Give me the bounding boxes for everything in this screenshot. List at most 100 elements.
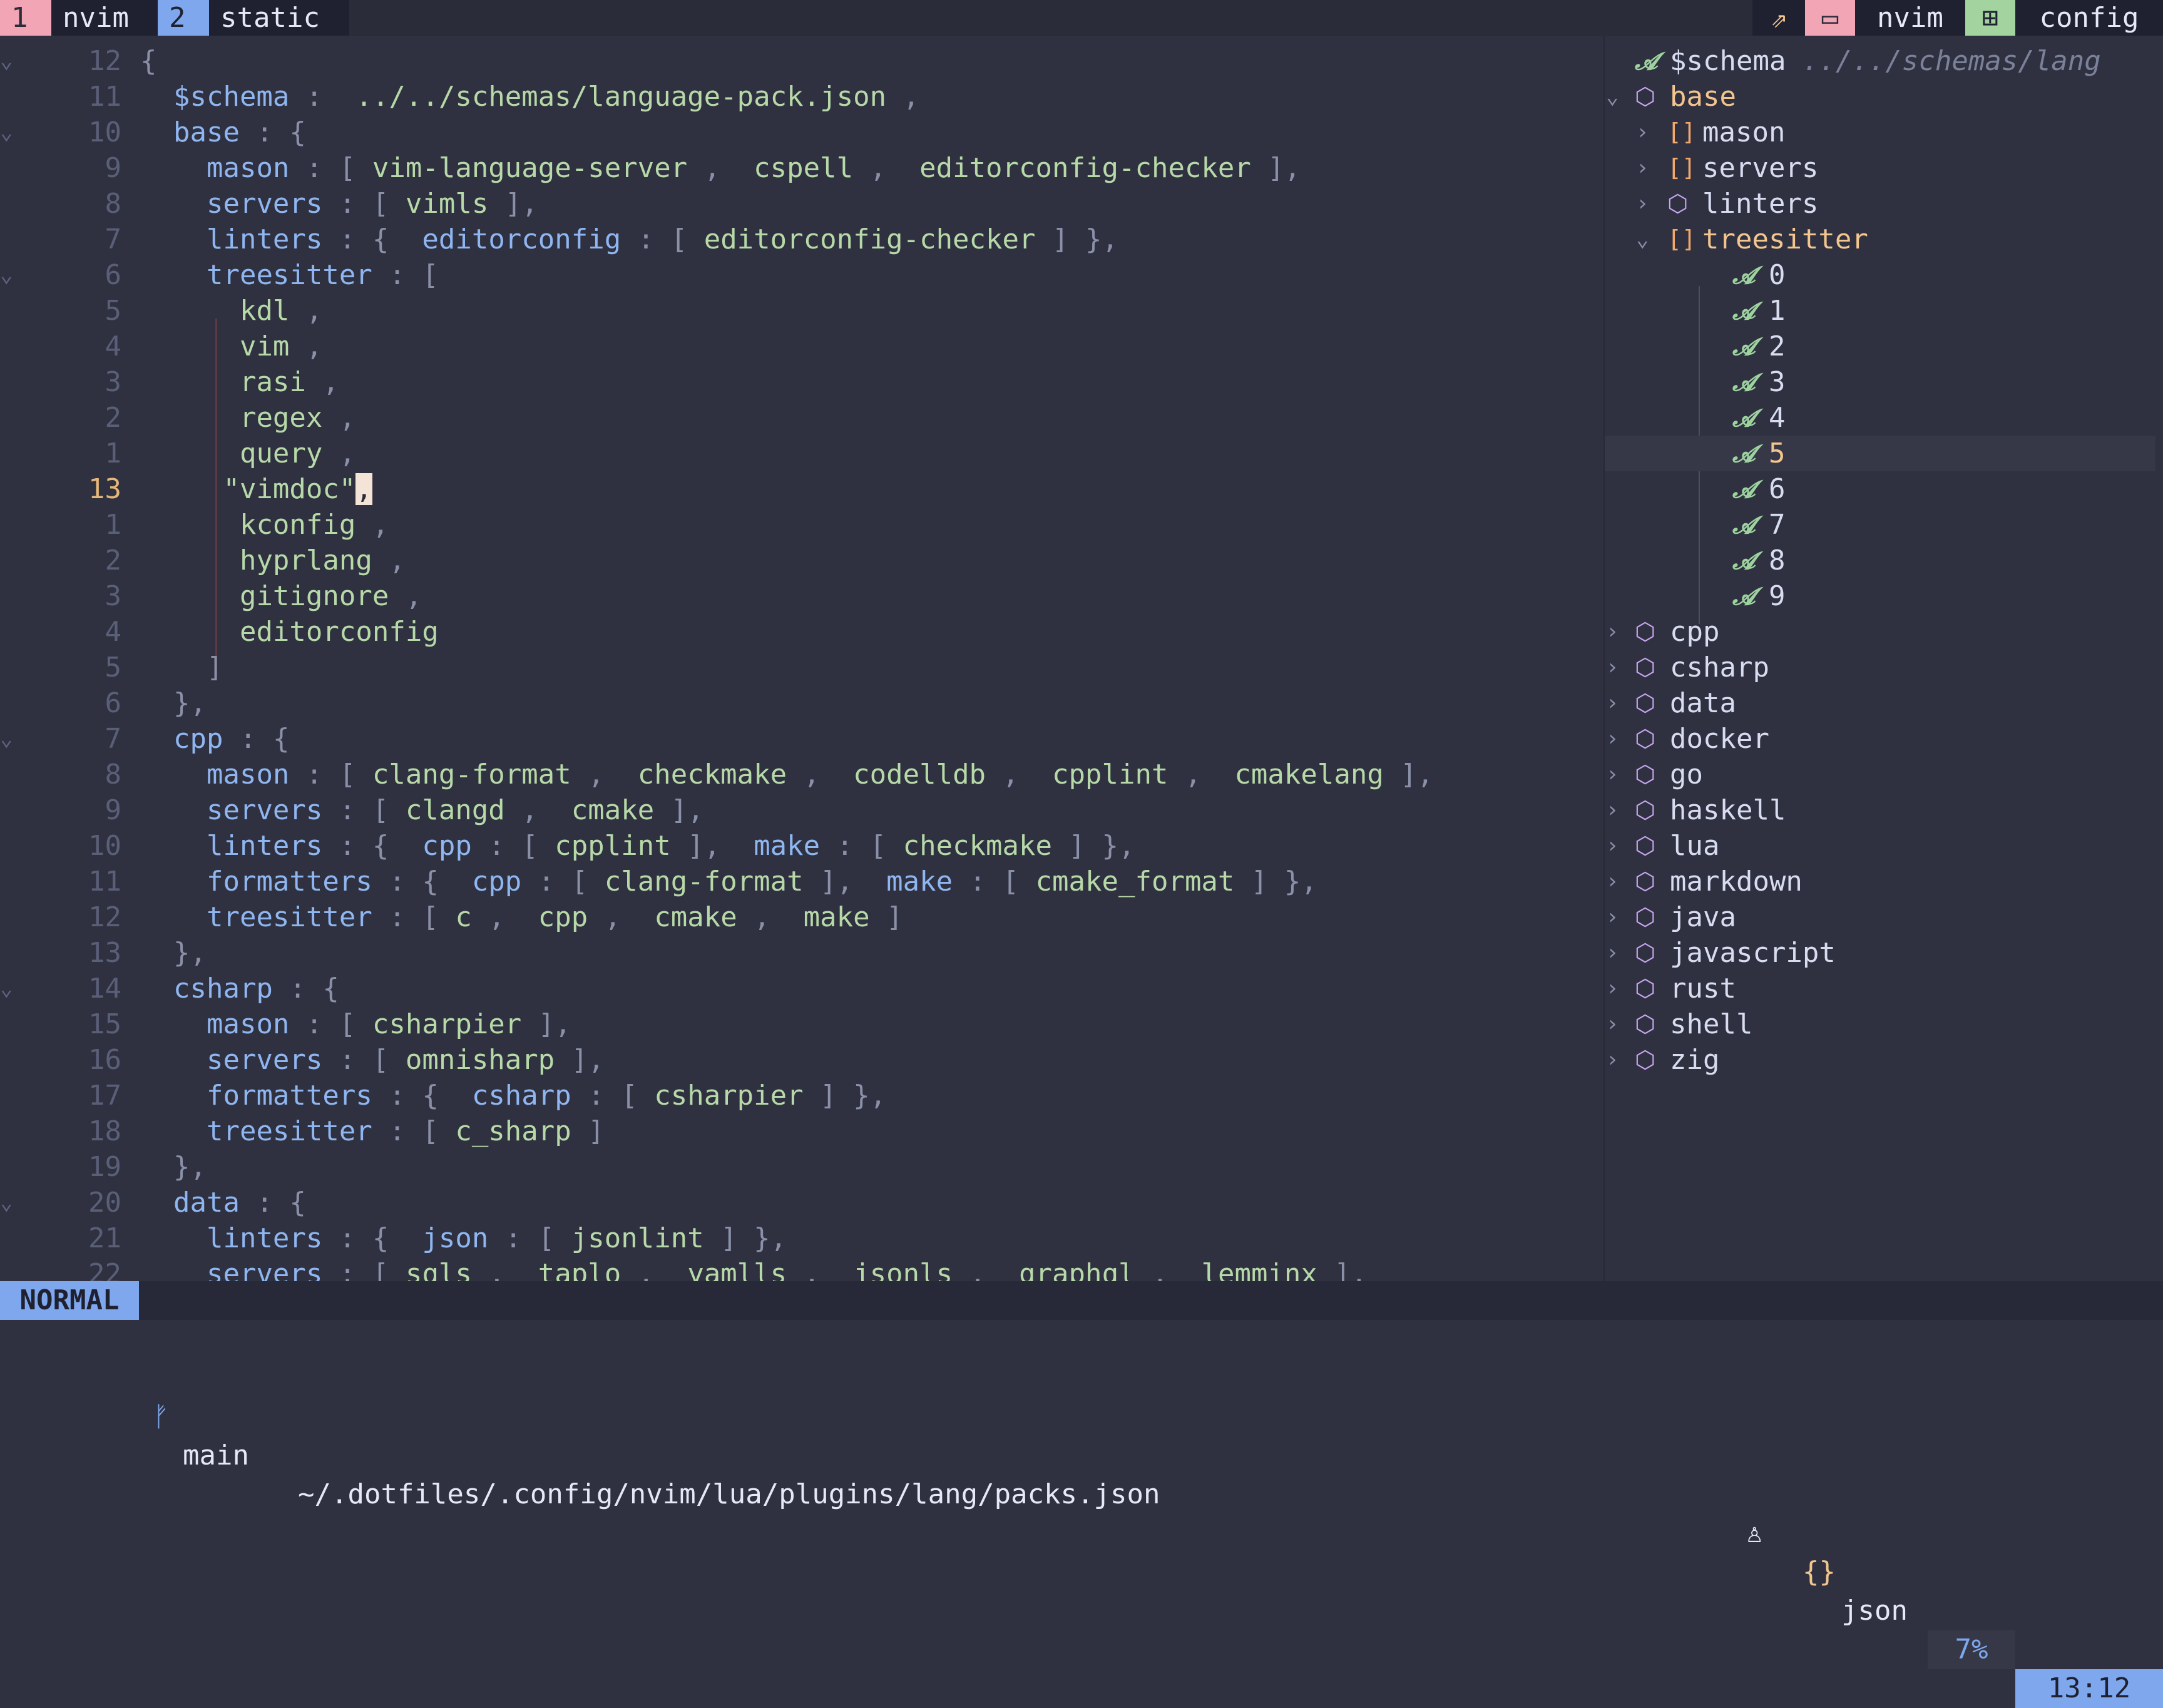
code-line[interactable]: ⌄ 10 base : {: [0, 115, 1603, 150]
outline-item[interactable]: 𝓐6: [1605, 471, 2155, 507]
editor-pane[interactable]: ⌄ 12{11 $schema : ../../schemas/language-…: [0, 36, 1603, 1281]
code-line[interactable]: 3 rasi ,: [0, 364, 1603, 400]
fold-chevron-icon[interactable]: ⌄: [0, 971, 19, 1006]
code-line[interactable]: 13 "vimdoc",: [0, 471, 1603, 507]
outline-item[interactable]: › ⬡ zig: [1605, 1042, 2155, 1078]
outline-item[interactable]: › ⬡ markdown: [1605, 864, 2155, 899]
chevron-right-icon[interactable]: ›: [1606, 721, 1618, 757]
code-line[interactable]: 6 },: [0, 685, 1603, 721]
chevron-right-icon[interactable]: ›: [1606, 792, 1618, 828]
fold-chevron-icon[interactable]: ⌄: [0, 115, 19, 150]
punctuation: ,: [1168, 759, 1235, 790]
code-line[interactable]: 19 },: [0, 1149, 1603, 1185]
outline-item[interactable]: › ⬡ haskell: [1605, 792, 2155, 828]
chevron-right-icon[interactable]: ›: [1636, 150, 1649, 186]
tmux-window-index-1[interactable]: 1: [0, 0, 51, 36]
chevron-down-icon[interactable]: ⌄: [1636, 222, 1649, 257]
code-line[interactable]: 7 linters : { editorconfig : [ editorcon…: [0, 222, 1603, 257]
outline-item[interactable]: › ⬡ java: [1605, 899, 2155, 935]
code-line[interactable]: 12 treesitter : [ c , cpp , cmake , make…: [0, 899, 1603, 935]
outline-item[interactable]: 𝓐 $schema ../../schemas/lang: [1605, 43, 2155, 79]
code-line[interactable]: 3 gitignore ,: [0, 578, 1603, 614]
json-value: checkmake: [903, 830, 1053, 862]
outline-item[interactable]: › ⬡ csharp: [1605, 650, 2155, 685]
code-line[interactable]: ⌄ 6 treesitter : [: [0, 257, 1603, 293]
chevron-right-icon[interactable]: ›: [1606, 899, 1618, 935]
code-line[interactable]: 5 kdl ,: [0, 293, 1603, 329]
chevron-right-icon[interactable]: ›: [1636, 186, 1649, 222]
outline-pane[interactable]: 𝓐 $schema ../../schemas/lang ⌄ ⬡ base ›[] maso…: [1605, 36, 2163, 1281]
outline-item[interactable]: ⌄ ⬡ base: [1605, 79, 2155, 115]
fold-chevron-icon[interactable]: ⌄: [0, 721, 19, 757]
code-line[interactable]: ⌄ 20 data : {: [0, 1185, 1603, 1220]
fold-chevron-icon[interactable]: ⌄: [0, 257, 19, 293]
code-line[interactable]: 11 $schema : ../../schemas/language-pack…: [0, 79, 1603, 115]
tmux-window-name-2[interactable]: static: [209, 0, 349, 36]
outline-item[interactable]: 𝓐1: [1605, 293, 2155, 329]
code-line[interactable]: 22 servers : [ sqls , taplo , yamlls , j…: [0, 1256, 1603, 1281]
outline-item[interactable]: ⌄ [] treesitter: [1605, 222, 2155, 257]
chevron-right-icon[interactable]: ›: [1606, 685, 1618, 721]
punctuation: [140, 1008, 207, 1040]
chevron-right-icon[interactable]: ›: [1606, 1006, 1618, 1042]
outline-item[interactable]: 𝓐0: [1605, 257, 2155, 293]
code-line[interactable]: ⌄ 12 {: [0, 43, 1603, 79]
chevron-right-icon[interactable]: ›: [1606, 614, 1618, 650]
fold-chevron-icon[interactable]: ⌄: [0, 1185, 19, 1220]
chevron-right-icon[interactable]: ›: [1606, 971, 1618, 1006]
code-line[interactable]: 1 kconfig ,: [0, 507, 1603, 543]
line-number: 2: [105, 545, 122, 576]
code-line[interactable]: 11 formatters : { cpp : [ clang-format ]…: [0, 864, 1603, 899]
code-line[interactable]: ⌄ 7 cpp : {: [0, 721, 1603, 757]
code-line[interactable]: 1 query ,: [0, 436, 1603, 471]
code-line[interactable]: 4 editorconfig: [0, 614, 1603, 650]
fold-chevron-icon[interactable]: ⌄: [0, 43, 19, 79]
code-line[interactable]: 5 ]: [0, 650, 1603, 685]
code-line[interactable]: 21 linters : { json : [ jsonlint ] },: [0, 1220, 1603, 1256]
code-line[interactable]: 8 mason : [ clang-format , checkmake , c…: [0, 757, 1603, 792]
code-line[interactable]: 4 vim ,: [0, 329, 1603, 364]
outline-item[interactable]: 𝓐5: [1605, 436, 2155, 471]
tmux-window-index-2[interactable]: 2: [158, 0, 209, 36]
chevron-right-icon[interactable]: ›: [1606, 864, 1618, 899]
outline-item[interactable]: › ⬡ docker: [1605, 721, 2155, 757]
code-line[interactable]: 16 servers : [ omnisharp ],: [0, 1042, 1603, 1078]
outline-item[interactable]: 𝓐9: [1605, 578, 2155, 614]
code-line[interactable]: 8 servers : [ vimls ],: [0, 186, 1603, 222]
punctuation: },: [173, 687, 207, 719]
code-line[interactable]: 9 servers : [ clangd , cmake ],: [0, 792, 1603, 828]
code-line[interactable]: ⌄ 14 csharp : {: [0, 971, 1603, 1006]
chevron-right-icon[interactable]: ›: [1636, 115, 1649, 150]
outline-item[interactable]: › ⬡ rust: [1605, 971, 2155, 1006]
outline-item[interactable]: › ⬡ shell: [1605, 1006, 2155, 1042]
outline-item[interactable]: 𝓐7: [1605, 507, 2155, 543]
code-line[interactable]: 2 regex ,: [0, 400, 1603, 436]
code-line[interactable]: 10 linters : { cpp : [ cpplint ], make :…: [0, 828, 1603, 864]
outline-item[interactable]: 𝓐4: [1605, 400, 2155, 436]
code-line[interactable]: 15 mason : [ csharpier ],: [0, 1006, 1603, 1042]
outline-item[interactable]: › [] servers: [1605, 150, 2155, 186]
code-line[interactable]: 13 },: [0, 935, 1603, 971]
json-value: cmake: [654, 901, 737, 933]
outline-item[interactable]: › ⬡ lua: [1605, 828, 2155, 864]
chevron-down-icon[interactable]: ⌄: [1606, 79, 1618, 115]
code-line[interactable]: 17 formatters : { csharp : [ csharpier ]…: [0, 1078, 1603, 1113]
chevron-right-icon[interactable]: ›: [1606, 828, 1618, 864]
outline-item[interactable]: › ⬡ data: [1605, 685, 2155, 721]
chevron-right-icon[interactable]: ›: [1606, 1042, 1618, 1078]
chevron-right-icon[interactable]: ›: [1606, 757, 1618, 792]
outline-item[interactable]: › ⬡ javascript: [1605, 935, 2155, 971]
tmux-window-name-1[interactable]: nvim: [51, 0, 158, 36]
code-line[interactable]: 18 treesitter : [ c_sharp ]: [0, 1113, 1603, 1149]
outline-item[interactable]: 𝓐2: [1605, 329, 2155, 364]
outline-item[interactable]: 𝓐8: [1605, 543, 2155, 578]
outline-item[interactable]: › [] mason: [1605, 115, 2155, 150]
outline-item[interactable]: › ⬡ linters: [1605, 186, 2155, 222]
chevron-right-icon[interactable]: ›: [1606, 650, 1618, 685]
outline-item[interactable]: › ⬡ cpp: [1605, 614, 2155, 650]
outline-item[interactable]: › ⬡ go: [1605, 757, 2155, 792]
chevron-right-icon[interactable]: ›: [1606, 935, 1618, 971]
code-line[interactable]: 2 hyprlang ,: [0, 543, 1603, 578]
code-line[interactable]: 9 mason : [ vim-language-server , cspell…: [0, 150, 1603, 186]
outline-item[interactable]: 𝓐3: [1605, 364, 2155, 400]
